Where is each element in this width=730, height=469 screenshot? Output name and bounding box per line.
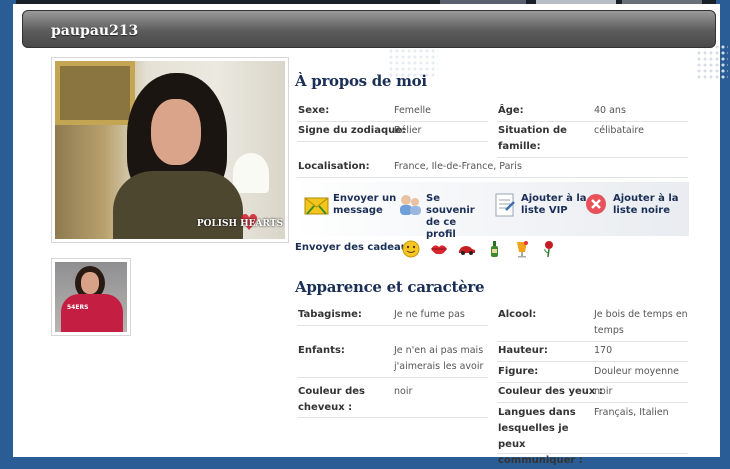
smoking-label: Tabagisme: xyxy=(298,309,362,320)
document-icon xyxy=(495,193,515,217)
main-profile-photo[interactable]: ♥ POLISH HEARTS xyxy=(51,57,289,243)
profile-actions-bar: Envoyer un message Se souvenir de ce pro… xyxy=(292,182,689,240)
row-divider xyxy=(297,325,488,326)
username: paupau213 xyxy=(51,23,139,39)
smoking-value: Je ne fume pas xyxy=(394,309,465,320)
row-divider xyxy=(497,341,688,342)
marital-label: Situation de famille: xyxy=(498,125,567,152)
sex-label: Sexe: xyxy=(298,105,330,116)
decorative-dots xyxy=(696,44,728,80)
zodiac-value: Bélier xyxy=(394,125,422,136)
row-divider xyxy=(297,377,488,378)
row-divider xyxy=(497,361,688,362)
location-value: France, Ile-de-France, Paris xyxy=(394,161,522,172)
remember-profile-label: Se souvenir de ce profil xyxy=(426,193,475,240)
figure-value: Douleur moyenne xyxy=(594,366,679,377)
age-label: Âge: xyxy=(498,105,524,116)
add-blacklist-label: Ajouter à la liste noire xyxy=(613,193,679,216)
send-gifts-label: Envoyer des cadeaux xyxy=(295,242,415,253)
eye-color-label: Couleur des yeux : xyxy=(498,386,603,397)
appearance-title: Apparence et caractère xyxy=(295,278,485,296)
add-vip-label: Ajouter à la liste VIP xyxy=(521,193,587,216)
thumbnail-image[interactable]: 54ERS xyxy=(55,262,127,332)
block-icon xyxy=(586,194,606,214)
row-divider xyxy=(497,382,688,383)
zodiac-label: Signe du zodiaque: xyxy=(298,125,407,136)
users-icon xyxy=(400,195,421,215)
location-label: Localisation: xyxy=(298,161,370,172)
profile-thumbnail[interactable]: 54ERS xyxy=(51,258,131,336)
envelope-icon xyxy=(304,197,329,215)
sex-value: Femelle xyxy=(394,105,432,116)
lamp-decor xyxy=(233,153,269,193)
lips-gift-icon[interactable] xyxy=(430,240,448,258)
figure-label: Figure: xyxy=(498,366,539,377)
hair-color-label: Couleur des cheveux : xyxy=(298,386,365,413)
shirt-text: 54ERS xyxy=(67,304,89,311)
languages-label: Langues dans lesquelles je peux communiq… xyxy=(498,407,583,466)
row-divider xyxy=(297,177,688,178)
alcohol-value: Je bois de temps en temps xyxy=(594,309,688,336)
body-shape xyxy=(61,294,123,332)
row-divider xyxy=(497,157,688,158)
profile-header-bar: paupau213 xyxy=(22,10,716,48)
height-value: 170 xyxy=(594,345,613,356)
face-shape xyxy=(151,99,201,165)
marital-value: célibataire xyxy=(594,125,644,136)
row-divider xyxy=(497,453,688,454)
age-value: 40 ans xyxy=(594,105,626,116)
rose-gift-icon[interactable] xyxy=(540,240,558,258)
children-value: Je n'en ai pas mais j'aimerais les avoir xyxy=(394,345,484,372)
profile-photo-image[interactable]: ♥ POLISH HEARTS xyxy=(55,61,285,239)
eye-color-value: noir xyxy=(594,386,613,397)
bottle-gift-icon[interactable] xyxy=(486,240,504,258)
painting-decor xyxy=(55,61,135,125)
alcohol-label: Alcool: xyxy=(498,309,537,320)
car-gift-icon[interactable] xyxy=(458,240,476,258)
row-divider xyxy=(297,141,488,142)
smiley-gift-icon[interactable] xyxy=(402,240,420,258)
cocktail-gift-icon[interactable] xyxy=(513,240,531,258)
row-divider xyxy=(297,121,488,122)
height-label: Hauteur: xyxy=(498,345,548,356)
send-message-label: Envoyer un message xyxy=(333,193,397,216)
languages-value: Français, Italien xyxy=(594,407,669,418)
photo-watermark: POLISH HEARTS xyxy=(196,219,283,229)
about-title: À propos de moi xyxy=(295,72,427,90)
row-divider xyxy=(497,402,688,403)
hair-color-value: noir xyxy=(394,386,413,397)
row-divider xyxy=(497,121,688,122)
face-shape xyxy=(81,272,99,294)
row-divider xyxy=(297,417,488,418)
children-label: Enfants: xyxy=(298,345,345,356)
